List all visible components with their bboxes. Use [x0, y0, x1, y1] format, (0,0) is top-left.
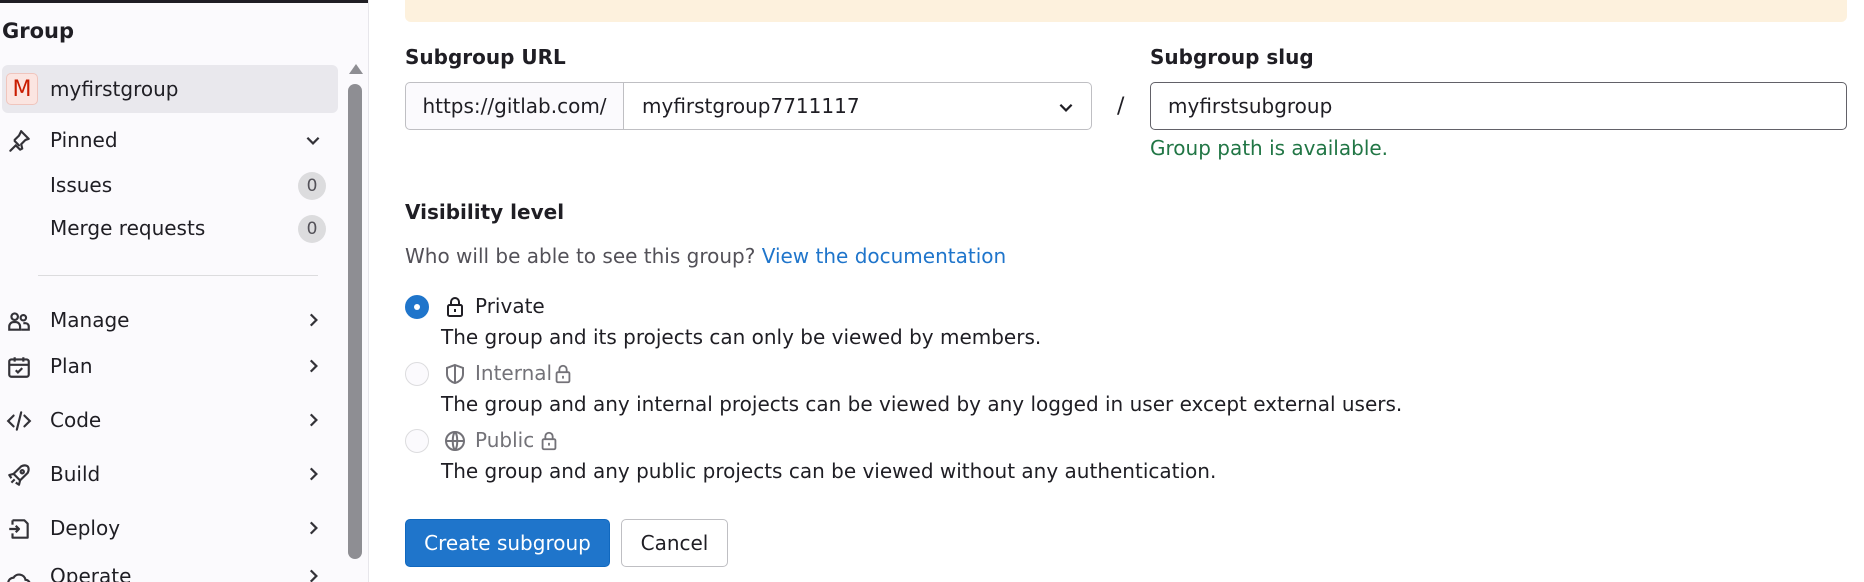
sidebar-item-label: Pinned	[50, 128, 118, 152]
scroll-up-arrow-icon[interactable]	[349, 64, 363, 74]
sidebar-item-label: Issues	[50, 173, 113, 197]
subgroup-url-label: Subgroup URL	[405, 45, 566, 69]
sidebar-item-manage[interactable]: Manage	[0, 297, 336, 343]
sidebar-item-operate[interactable]: Operate	[0, 558, 336, 582]
visibility-private-label: Private	[475, 294, 545, 318]
chevron-right-icon	[309, 413, 318, 427]
sidebar-item-build[interactable]: Build	[0, 451, 336, 497]
subgroup-slug-input[interactable]	[1150, 82, 1847, 130]
cloud-icon	[7, 573, 31, 582]
sidebar-item-label: Merge requests	[50, 216, 206, 240]
sidebar-item-pinned[interactable]: Pinned	[0, 117, 336, 163]
main-content: Subgroup URL https://gitlab.com/ myfirst…	[370, 0, 1864, 582]
visibility-internal-label: Internal	[475, 361, 553, 385]
scrollbar-thumb[interactable]	[348, 84, 362, 559]
sidebar-item-label: Build	[50, 462, 101, 486]
sidebar-item-merge-requests[interactable]: Merge requests 0	[0, 205, 336, 251]
sidebar: Group M myfirstgroup Pinned Issues 0 Mer…	[0, 0, 369, 582]
lock-icon	[447, 297, 463, 317]
visibility-internal-radio[interactable]	[405, 362, 429, 386]
sidebar-divider	[38, 275, 318, 276]
chevron-right-icon	[309, 359, 318, 373]
shield-icon	[446, 363, 464, 385]
chevron-right-icon	[309, 569, 318, 582]
pin-icon	[9, 130, 30, 152]
chevron-down-icon	[1059, 103, 1073, 112]
chevron-right-icon	[309, 313, 318, 327]
deploy-icon	[9, 519, 29, 539]
lock-icon	[541, 431, 557, 451]
subgroup-slug-label: Subgroup slug	[1150, 45, 1314, 69]
url-separator: /	[1117, 94, 1125, 119]
create-subgroup-button[interactable]: Create subgroup	[405, 519, 610, 567]
chevron-right-icon	[309, 467, 318, 481]
lock-icon	[555, 364, 571, 384]
parent-group-select[interactable]: myfirstgroup7711117	[623, 82, 1092, 130]
visibility-private-radio[interactable]	[405, 295, 429, 319]
sidebar-item-label: Manage	[50, 308, 130, 332]
globe-icon	[445, 431, 465, 451]
path-availability-message: Group path is available.	[1150, 136, 1389, 160]
sidebar-item-issues[interactable]: Issues 0	[0, 162, 336, 208]
sidebar-title: Group	[2, 19, 75, 43]
parent-group-value: myfirstgroup7711117	[642, 94, 860, 118]
visibility-internal-description: The group and any internal projects can …	[441, 392, 1403, 416]
count-badge: 0	[298, 215, 326, 243]
sidebar-item-code[interactable]: Code	[0, 397, 336, 443]
visibility-public-radio[interactable]	[405, 429, 429, 453]
avatar: M	[6, 73, 38, 105]
sidebar-item-label: Operate	[50, 564, 132, 582]
sidebar-item-deploy[interactable]: Deploy	[0, 505, 336, 551]
sidebar-top-border	[0, 0, 368, 3]
url-prefix: https://gitlab.com/	[405, 82, 624, 130]
visibility-level-label: Visibility level	[405, 200, 565, 224]
sidebar-group-item[interactable]: M myfirstgroup	[2, 65, 338, 113]
visibility-help-question: Who will be able to see this group?	[405, 244, 756, 268]
rocket-icon	[8, 464, 30, 486]
chevron-right-icon	[309, 521, 318, 535]
chevron-down-icon	[306, 136, 320, 145]
alert-banner	[405, 0, 1847, 22]
group-name: myfirstgroup	[50, 77, 179, 101]
cancel-button[interactable]: Cancel	[621, 519, 728, 567]
visibility-private-description: The group and its projects can only be v…	[441, 325, 1042, 349]
calendar-icon	[8, 357, 30, 378]
sidebar-item-label: Code	[50, 408, 102, 432]
users-icon	[8, 312, 30, 331]
documentation-link[interactable]: View the documentation	[762, 244, 1006, 268]
visibility-public-label: Public	[475, 428, 535, 452]
subgroup-url-field: https://gitlab.com/ myfirstgroup7711117	[405, 82, 1092, 130]
sidebar-item-label: Deploy	[50, 516, 121, 540]
sidebar-item-label: Plan	[50, 354, 93, 378]
count-badge: 0	[298, 172, 326, 200]
visibility-help-text: Who will be able to see this group? View…	[405, 244, 1006, 268]
visibility-public-description: The group and any public projects can be…	[441, 459, 1217, 483]
sidebar-item-plan[interactable]: Plan	[0, 343, 336, 389]
sidebar-scrollbar[interactable]	[345, 60, 365, 582]
code-icon	[6, 411, 32, 431]
